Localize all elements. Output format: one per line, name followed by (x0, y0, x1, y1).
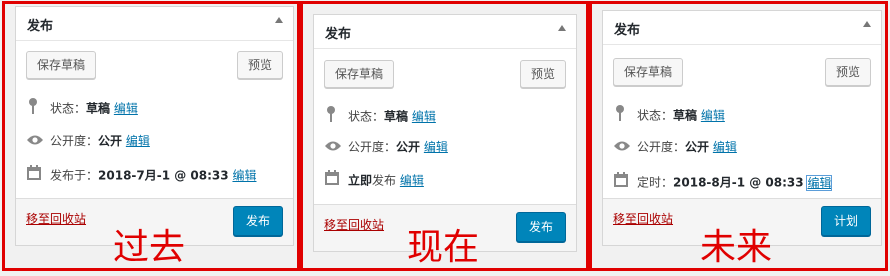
caption-future: 未来 (700, 227, 773, 268)
publish-box-header[interactable]: 发布 (603, 11, 881, 45)
publish-box-header[interactable]: 发布 (16, 7, 293, 41)
status-row: 状态：草稿 编辑 (26, 97, 138, 117)
visibility-edit-link[interactable]: 编辑 (713, 140, 737, 154)
date-value: 2018-7月-1 @ 08:33 (98, 168, 229, 183)
publish-box-title: 发布 (27, 19, 54, 34)
panel-frame-now: 发布 保存草稿 预览 状态：草稿 编辑 公开度：公开 编辑 立即发布 编辑 移至… (300, 1, 589, 271)
visibility-label: 公开度： (348, 140, 397, 154)
schedule-button[interactable]: 计划 (820, 206, 871, 236)
publish-box-title: 发布 (614, 23, 641, 38)
visibility-row: 公开度：公开 编辑 (26, 131, 150, 151)
publish-box: 发布 保存草稿 预览 状态：草稿 编辑 公开度：公开 编辑 定时：2018-8月… (602, 10, 882, 246)
collapse-triangle-icon[interactable] (558, 25, 566, 31)
calendar-icon (613, 172, 631, 194)
caption-past: 过去 (113, 227, 186, 268)
preview-button[interactable]: 预览 (824, 58, 871, 86)
publish-box: 发布 保存草稿 预览 状态：草稿 编辑 公开度：公开 编辑 发布于：2018-7… (15, 6, 294, 246)
publish-box-title: 发布 (325, 27, 352, 42)
eye-icon (613, 138, 631, 158)
status-label: 状态： (348, 109, 385, 124)
date-label: 定时： (637, 175, 674, 190)
visibility-row: 公开度：公开 编辑 (613, 137, 737, 157)
collapse-triangle-icon[interactable] (863, 21, 871, 27)
move-to-trash-link[interactable]: 移至回收站 (26, 210, 86, 227)
date-row: 定时：2018-8月-1 @ 08:33 编辑 (613, 172, 833, 194)
publish-box: 发布 保存草稿 预览 状态：草稿 编辑 公开度：公开 编辑 立即发布 编辑 移至… (313, 14, 577, 252)
panel-frame-past: 发布 保存草稿 预览 状态：草稿 编辑 公开度：公开 编辑 发布于：2018-7… (2, 1, 300, 271)
status-row: 状态：草稿 编辑 (324, 105, 436, 125)
date-label: 发布于： (50, 168, 99, 183)
eye-icon (26, 132, 44, 152)
date-value: 立即 (348, 173, 373, 188)
save-draft-button[interactable]: 保存草稿 (613, 58, 684, 86)
date-row: 立即发布 编辑 (324, 170, 424, 190)
save-draft-button[interactable]: 保存草稿 (26, 51, 97, 79)
status-row: 状态：草稿 编辑 (613, 104, 725, 124)
status-edit-link[interactable]: 编辑 (114, 102, 138, 116)
preview-button[interactable]: 预览 (236, 51, 283, 79)
status-value: 草稿 (86, 101, 111, 116)
date-suffix: 发布 (372, 173, 397, 188)
publish-button[interactable]: 发布 (515, 212, 566, 242)
publish-button[interactable]: 发布 (232, 206, 283, 236)
visibility-value: 公开 (685, 140, 710, 154)
calendar-icon (26, 165, 44, 187)
date-edit-link[interactable]: 编辑 (400, 174, 424, 188)
preview-button[interactable]: 预览 (519, 60, 566, 88)
status-label: 状态： (637, 108, 674, 123)
eye-icon (324, 138, 342, 158)
status-edit-link[interactable]: 编辑 (412, 110, 436, 124)
visibility-value: 公开 (98, 134, 123, 148)
collapse-triangle-icon[interactable] (275, 17, 283, 23)
date-edit-link[interactable]: 编辑 (232, 169, 256, 183)
status-value: 草稿 (673, 108, 698, 123)
panel-frame-future: 发布 保存草稿 预览 状态：草稿 编辑 公开度：公开 编辑 定时：2018-8月… (589, 1, 888, 271)
visibility-label: 公开度： (50, 134, 99, 148)
visibility-edit-link[interactable]: 编辑 (126, 134, 150, 148)
move-to-trash-link[interactable]: 移至回收站 (324, 216, 384, 233)
status-label: 状态： (50, 101, 87, 116)
calendar-icon (324, 170, 342, 192)
date-value: 2018-8月-1 @ 08:33 (673, 175, 804, 190)
move-to-trash-link[interactable]: 移至回收站 (613, 210, 673, 227)
status-value: 草稿 (384, 109, 409, 124)
visibility-value: 公开 (396, 140, 421, 154)
pin-icon (26, 97, 44, 121)
pin-icon (613, 104, 631, 128)
visibility-label: 公开度： (637, 140, 686, 154)
visibility-row: 公开度：公开 编辑 (324, 137, 448, 157)
pin-icon (324, 105, 342, 129)
date-edit-link[interactable]: 编辑 (806, 174, 833, 191)
visibility-edit-link[interactable]: 编辑 (424, 140, 448, 154)
caption-now: 现在 (407, 227, 480, 268)
date-row: 发布于：2018-7月-1 @ 08:33 编辑 (26, 165, 256, 185)
status-edit-link[interactable]: 编辑 (701, 109, 725, 123)
publish-box-header[interactable]: 发布 (314, 15, 576, 49)
save-draft-button[interactable]: 保存草稿 (324, 60, 395, 88)
